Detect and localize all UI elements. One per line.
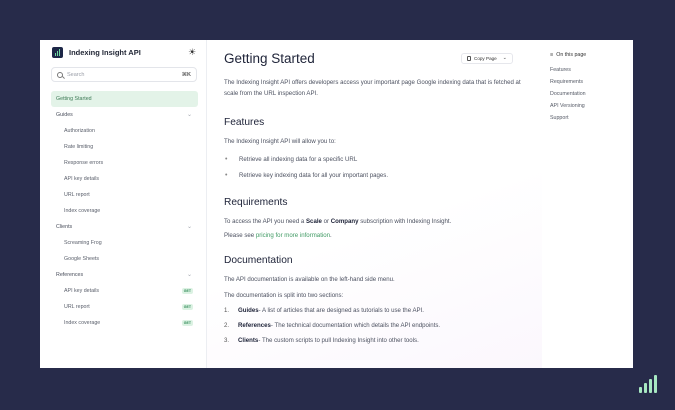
sidebar-item-google-sheets[interactable]: Google Sheets bbox=[51, 251, 198, 267]
documentation-heading: Documentation bbox=[224, 255, 293, 267]
method-badge: GET bbox=[181, 288, 193, 294]
sidebar-item-api-key-details[interactable]: API key details bbox=[51, 171, 198, 187]
pricing-link[interactable]: pricing for more information bbox=[256, 232, 330, 239]
toc-heading: ≡ On this page bbox=[550, 52, 587, 58]
sidebar-item-url-report[interactable]: URL report bbox=[51, 187, 198, 203]
intro-paragraph: The Indexing Insight API offers develope… bbox=[224, 79, 521, 98]
sidebar-group-clients[interactable]: Clients ⌄ bbox=[51, 219, 198, 235]
docs-window: Indexing Insight API ☀ Search ⌘K Getting… bbox=[40, 40, 633, 368]
sidebar-group-guides[interactable]: Guides ⌄ bbox=[51, 107, 198, 123]
sidebar-item-screaming-frog[interactable]: Screaming Frog bbox=[51, 235, 198, 251]
copy-icon bbox=[467, 56, 471, 61]
list-item: • Retrieve key indexing data for all your… bbox=[225, 172, 389, 180]
features-lead: The Indexing Insight API will allow you … bbox=[224, 137, 336, 145]
documentation-list: 1. Guides - A list of articles that are d… bbox=[224, 303, 542, 348]
chevron-down-icon: ⌄ bbox=[186, 272, 192, 278]
search-icon bbox=[57, 71, 63, 78]
sidebar-nav: Getting Started Guides ⌄ Authorization Ra… bbox=[51, 91, 198, 331]
sidebar-item-ref-url-report[interactable]: URL report GET bbox=[51, 299, 198, 315]
copy-page-label: Copy Page bbox=[474, 56, 497, 61]
sidebar-item-authorization[interactable]: Authorization bbox=[51, 123, 198, 139]
sidebar-group-references[interactable]: References ⌄ bbox=[51, 267, 198, 283]
requirements-heading: Requirements bbox=[224, 196, 288, 208]
bullet-icon: • bbox=[225, 172, 228, 180]
sidebar-item-index-coverage[interactable]: Index coverage bbox=[51, 203, 198, 219]
pricing-text: Please see pricing for more information. bbox=[224, 232, 332, 240]
copy-page-button[interactable]: Copy Page ⌄ bbox=[461, 53, 513, 64]
list-item: 2. References - The technical documentati… bbox=[224, 321, 441, 329]
list-item: 1. Guides - A list of articles that are d… bbox=[224, 306, 424, 314]
search-shortcut: ⌘K bbox=[181, 71, 191, 78]
sidebar-item-ref-index-coverage[interactable]: Index coverage GET bbox=[51, 315, 198, 331]
toc-item-features[interactable]: Features bbox=[550, 67, 586, 79]
sidebar-item-rate-limiting[interactable]: Rate limiting bbox=[51, 139, 198, 155]
chevron-down-icon: ⌄ bbox=[186, 224, 192, 230]
toc-item-requirements[interactable]: Requirements bbox=[550, 79, 586, 91]
sidebar-item-getting-started[interactable]: Getting Started bbox=[51, 91, 198, 107]
features-list: • Retrieve all indexing data for a specif… bbox=[225, 152, 542, 184]
table-of-contents: ≡ On this page Features Requirements Doc… bbox=[550, 52, 586, 127]
method-badge: GET bbox=[181, 304, 193, 310]
sidebar-item-response-errors[interactable]: Response errors bbox=[51, 155, 198, 171]
list-item: • Retrieve all indexing data for a specif… bbox=[225, 156, 358, 164]
sidebar-item-ref-api-key-details[interactable]: API key details GET bbox=[51, 283, 198, 299]
toc-item-documentation[interactable]: Documentation bbox=[550, 91, 586, 103]
search-placeholder: Search bbox=[67, 71, 85, 78]
documentation-p1: The API documentation is available on th… bbox=[224, 276, 395, 284]
bar-chart-logo-icon bbox=[52, 47, 63, 58]
requirements-text: To access the API you need a Scale or Co… bbox=[224, 217, 452, 225]
chevron-down-icon: ⌄ bbox=[502, 56, 507, 61]
list-item: 3. Clients - The custom scripts to pull I… bbox=[224, 336, 419, 344]
list-icon: ≡ bbox=[550, 52, 554, 58]
sidebar: Indexing Insight API ☀ Search ⌘K Getting… bbox=[40, 40, 207, 368]
sun-icon[interactable]: ☀ bbox=[188, 47, 196, 58]
toc-item-api-versioning[interactable]: API Versioning bbox=[550, 103, 586, 115]
brand[interactable]: Indexing Insight API bbox=[52, 47, 141, 58]
method-badge: GET bbox=[181, 320, 193, 326]
toc-item-support[interactable]: Support bbox=[550, 115, 586, 127]
documentation-p2: The documentation is split into two sect… bbox=[224, 291, 344, 299]
chevron-down-icon: ⌄ bbox=[186, 112, 192, 118]
main-content: Getting Started Copy Page ⌄ The Indexing… bbox=[207, 40, 542, 368]
bar-chart-logo-icon bbox=[639, 375, 657, 393]
features-heading: Features bbox=[224, 116, 265, 128]
bullet-icon: • bbox=[225, 156, 228, 164]
search-input[interactable]: Search ⌘K bbox=[51, 67, 197, 82]
brand-title: Indexing Insight API bbox=[69, 48, 141, 57]
